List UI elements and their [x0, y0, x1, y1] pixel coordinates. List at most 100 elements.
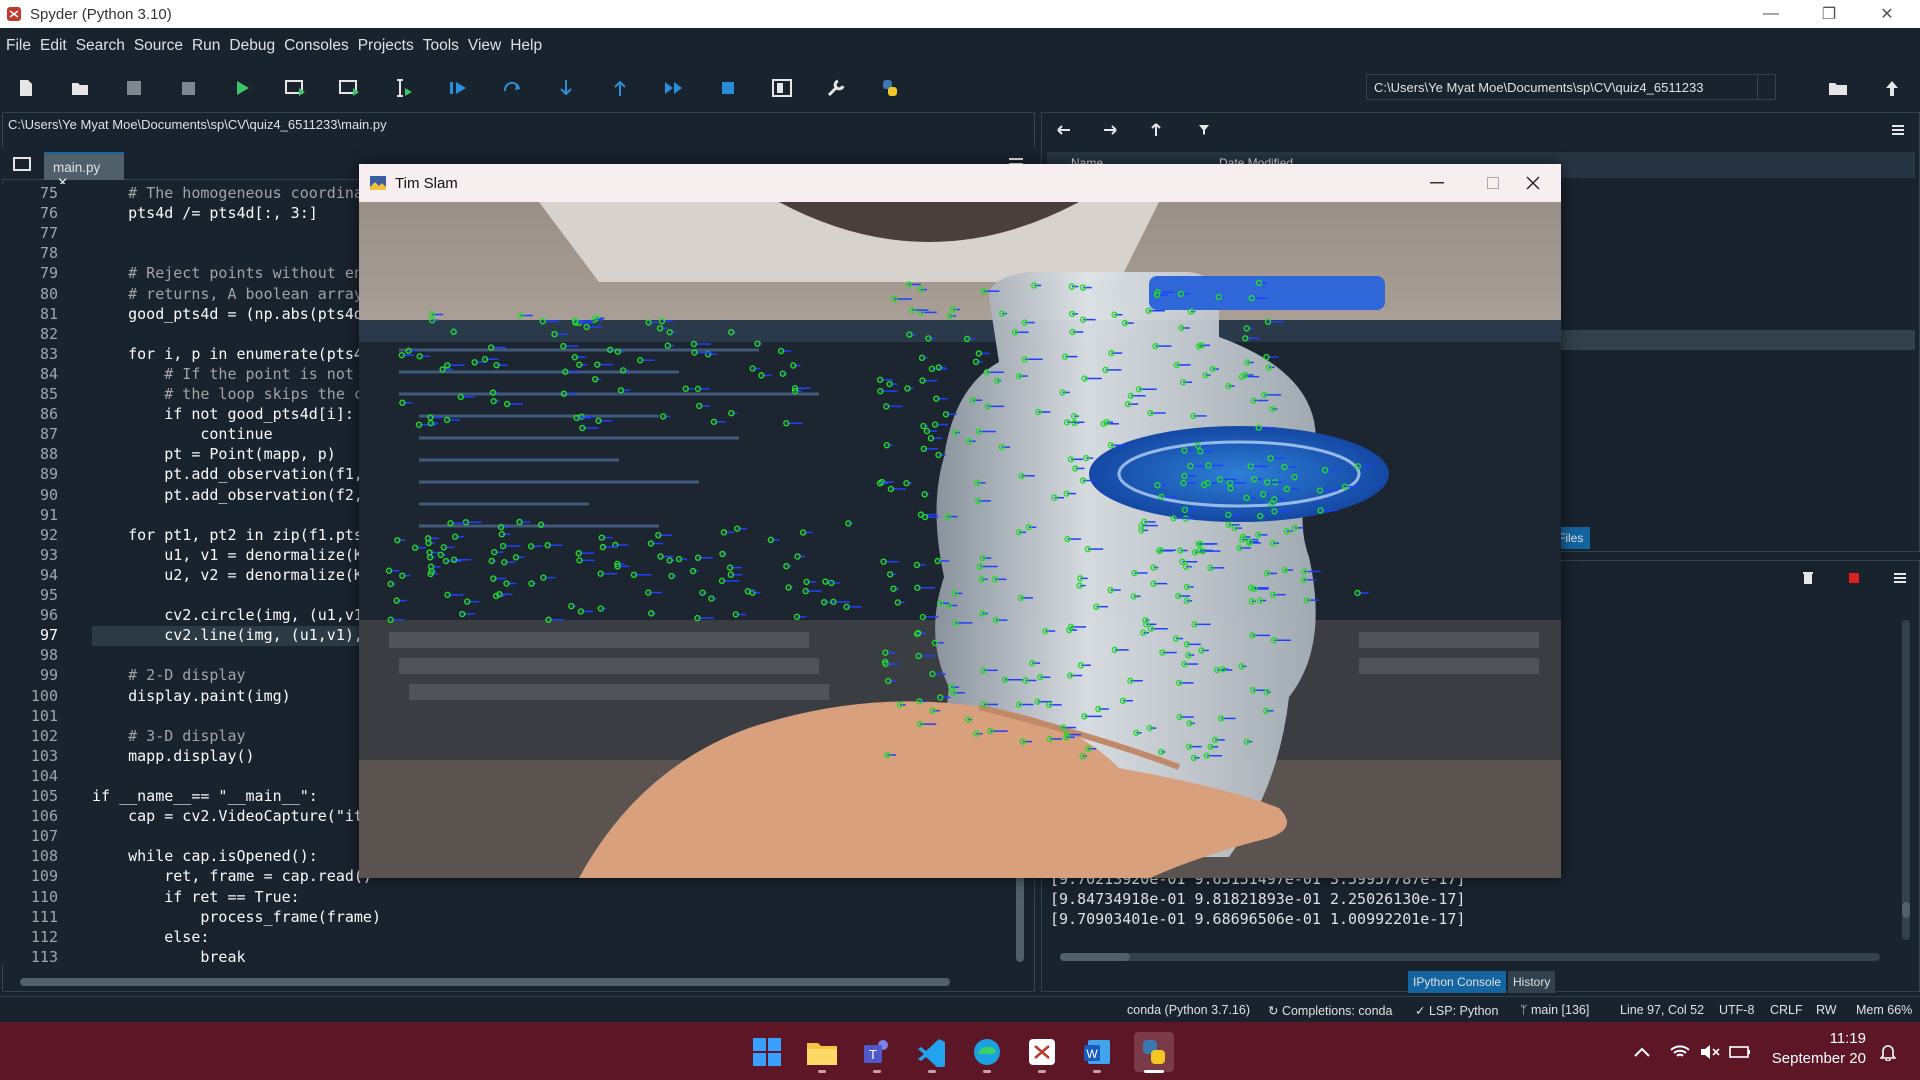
code-line[interactable]: # The homogeneous coordina — [92, 184, 363, 202]
new-file-icon[interactable] — [12, 74, 40, 102]
clock-date[interactable]: September 20 — [1740, 1050, 1866, 1067]
parent-directory-icon[interactable] — [1878, 74, 1906, 102]
code-line[interactable]: if __name__== "__main__": — [92, 787, 318, 805]
opencv-window[interactable]: Tim Slam — [359, 164, 1561, 878]
code-line[interactable]: pt.add_observation(f1, — [92, 465, 363, 483]
tab-history[interactable]: History — [1508, 971, 1556, 993]
tab-files[interactable]: Files — [1556, 527, 1590, 549]
code-line[interactable]: pt.add_observation(f2, — [92, 486, 363, 504]
minimize-icon: — — [1763, 5, 1779, 22]
open-file-icon[interactable] — [66, 74, 94, 102]
stop-icon[interactable] — [714, 74, 742, 102]
back-arrow-icon[interactable] — [1050, 116, 1078, 144]
edge-icon[interactable] — [967, 1032, 1007, 1072]
step-into-icon[interactable] — [552, 74, 580, 102]
code-line[interactable]: break — [92, 948, 245, 966]
code-line[interactable]: display.paint(img) — [92, 687, 291, 705]
word-icon[interactable]: W — [1077, 1032, 1117, 1072]
menu-tools[interactable]: Tools — [423, 37, 459, 55]
console-horizontal-scrollbar[interactable] — [1060, 953, 1880, 961]
clock-time[interactable]: 11:19 — [1770, 1030, 1866, 1047]
menu-help[interactable]: Help — [510, 37, 542, 55]
windows-start-icon[interactable] — [747, 1032, 787, 1072]
code-line[interactable]: ret, frame = cap.read() — [92, 867, 372, 885]
close-button[interactable]: ✕ — [1858, 0, 1916, 28]
continue-icon[interactable] — [660, 74, 688, 102]
code-line[interactable]: if not good_pts4d[i]: — [92, 405, 354, 423]
restore-button[interactable]: ❐ — [1800, 0, 1858, 28]
maximize-pane-icon[interactable] — [768, 74, 796, 102]
debug-icon[interactable] — [444, 74, 472, 102]
console-output-line: [9.84734918e-01 9.81821893e-01 2.2502613… — [1050, 890, 1466, 908]
run-icon[interactable] — [228, 74, 256, 102]
run-cell-advance-icon[interactable] — [336, 74, 364, 102]
menu-view[interactable]: View — [468, 37, 501, 55]
code-line[interactable]: mapp.display() — [92, 747, 254, 765]
editor-horizontal-scrollbar[interactable] — [20, 978, 950, 986]
code-line[interactable]: # Reject points without en — [92, 264, 363, 282]
menu-source[interactable]: Source — [134, 37, 183, 55]
code-line[interactable]: u1, v1 = denormalize(K — [92, 546, 363, 564]
chevron-up-icon[interactable] — [1620, 1032, 1664, 1072]
working-directory-input[interactable]: C:\Users\Ye Myat Moe\Documents\sp\CV\qui… — [1366, 74, 1776, 100]
menu-projects[interactable]: Projects — [358, 37, 414, 55]
menu-debug[interactable]: Debug — [229, 37, 275, 55]
code-line[interactable]: cap = cv2.VideoCapture("it — [92, 807, 363, 825]
close-button[interactable] — [1505, 164, 1561, 202]
code-line[interactable]: # 3-D display — [92, 727, 245, 745]
menu-search[interactable]: Search — [76, 37, 125, 55]
file-explorer-icon[interactable] — [802, 1032, 842, 1072]
minimize-button[interactable] — [1409, 164, 1465, 202]
run-cell-icon[interactable] — [282, 74, 310, 102]
code-line[interactable]: else: — [92, 928, 209, 946]
browse-tabs-icon[interactable] — [8, 150, 36, 178]
spyder-taskbar-icon[interactable] — [1022, 1032, 1062, 1072]
code-line[interactable]: # the loop skips the c — [92, 385, 363, 403]
vscode-icon[interactable] — [912, 1032, 952, 1072]
code-line[interactable]: if ret == True: — [92, 888, 299, 906]
step-return-icon[interactable] — [606, 74, 634, 102]
status-env[interactable]: conda (Python 3.7.16) — [1127, 1003, 1250, 1017]
code-line[interactable]: for pt1, pt2 in zip(f1.pts — [92, 526, 363, 544]
code-line[interactable]: # returns, A boolean array — [92, 285, 363, 303]
up-arrow-icon[interactable] — [1142, 116, 1170, 144]
tab-ipython-console[interactable]: IPython Console — [1408, 971, 1507, 993]
filter-icon[interactable] — [1190, 116, 1218, 144]
code-line[interactable]: continue — [92, 425, 272, 443]
tab-main-py[interactable]: main.py ✕ — [44, 152, 124, 190]
opencv-window-titlebar[interactable]: Tim Slam — [359, 164, 1561, 202]
code-line[interactable]: cv2.line(img, (u1,v1), — [92, 626, 363, 644]
menu-edit[interactable]: Edit — [40, 37, 67, 55]
code-line[interactable]: # 2-D display — [92, 666, 245, 684]
code-line[interactable]: while cap.isOpened(): — [92, 847, 318, 865]
code-line[interactable]: u2, v2 = denormalize(K — [92, 566, 363, 584]
menu-file[interactable]: File — [6, 37, 31, 55]
python-icon[interactable] — [1134, 1032, 1174, 1072]
code-line[interactable]: process_frame(frame) — [92, 908, 381, 926]
notification-bell-icon[interactable] — [1870, 1032, 1906, 1072]
menu-run[interactable]: Run — [192, 37, 220, 55]
code-line[interactable]: pts4d /= pts4d[:, 3:] — [92, 204, 318, 222]
forward-arrow-icon[interactable] — [1096, 116, 1124, 144]
save-all-icon[interactable] — [174, 74, 202, 102]
console-vertical-scrollbar[interactable] — [1902, 620, 1910, 940]
preferences-wrench-icon[interactable] — [822, 74, 850, 102]
code-line[interactable]: cv2.circle(img, (u1,v1 — [92, 606, 363, 624]
code-line[interactable]: pt = Point(mapp, p) — [92, 445, 336, 463]
console-options-icon[interactable] — [1886, 564, 1914, 592]
interrupt-kernel-icon[interactable] — [1840, 564, 1868, 592]
menu-consoles[interactable]: Consoles — [284, 37, 349, 55]
code-line[interactable]: good_pts4d = (np.abs(pts4d — [92, 305, 363, 323]
python-path-icon[interactable] — [876, 74, 904, 102]
teams-icon[interactable]: T — [857, 1032, 897, 1072]
save-icon[interactable] — [120, 74, 148, 102]
code-line[interactable]: for i, p in enumerate(pts4 — [92, 345, 363, 363]
step-icon[interactable] — [498, 74, 526, 102]
chevron-down-icon[interactable] — [1757, 75, 1775, 99]
remove-variables-icon[interactable] — [1794, 564, 1822, 592]
browse-directory-icon[interactable] — [1824, 74, 1852, 102]
minimize-button[interactable]: — — [1742, 0, 1800, 28]
files-options-icon[interactable] — [1884, 116, 1912, 144]
run-selection-icon[interactable] — [390, 74, 418, 102]
code-line[interactable]: # If the point is not — [92, 365, 363, 383]
